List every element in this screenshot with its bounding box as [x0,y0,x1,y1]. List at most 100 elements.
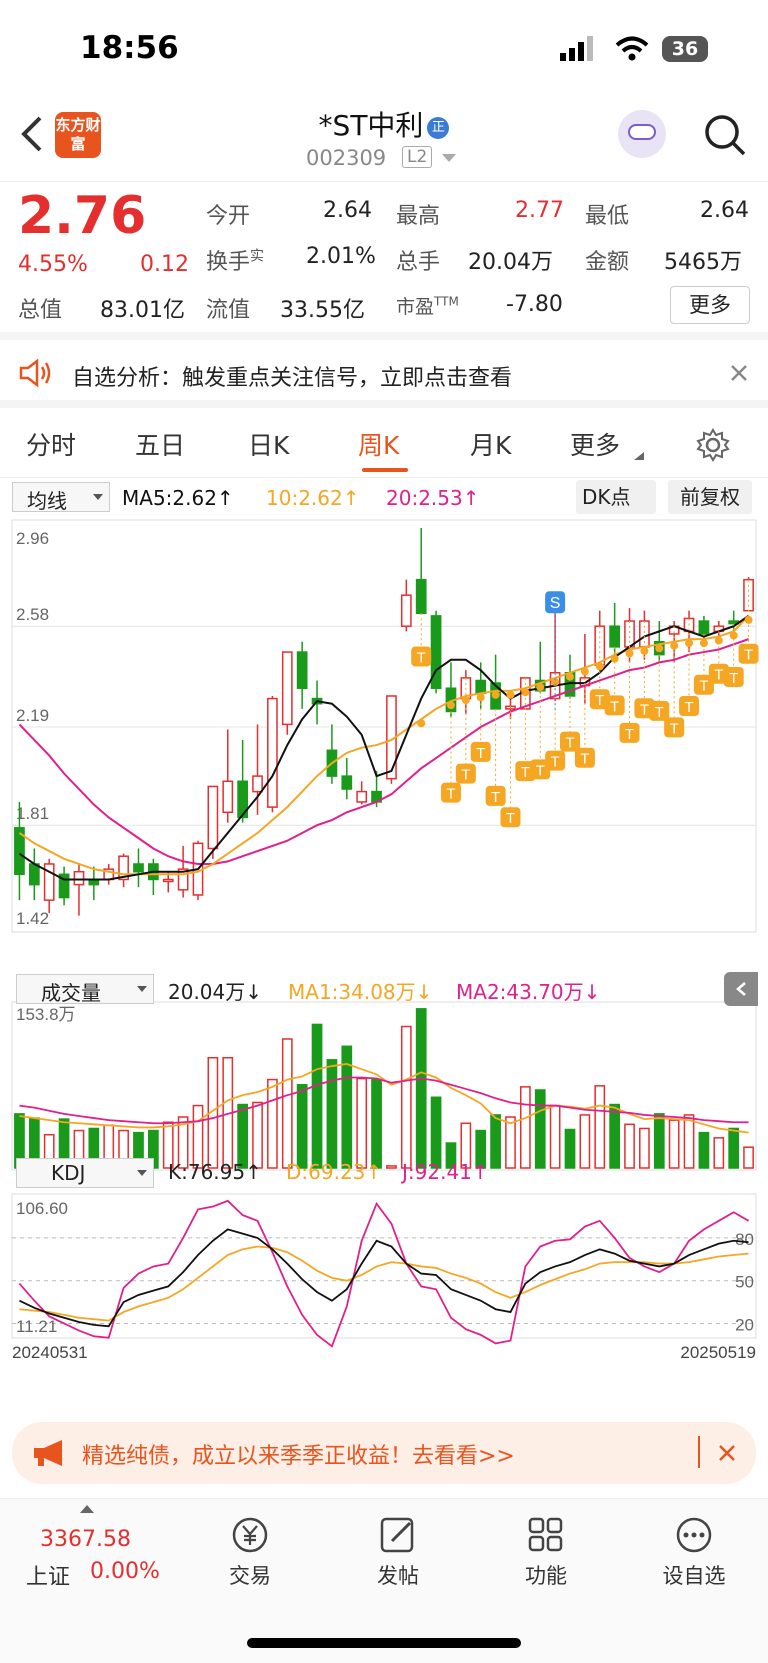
t-signal-label: T [536,762,545,779]
chevron-left-icon [736,982,746,996]
edit-icon [380,1517,414,1553]
collapse-handle[interactable] [724,972,758,1006]
gear-icon[interactable] [696,428,730,462]
float-label: 流值 [206,298,251,323]
nav-add-watch[interactable]: 设自选 [634,1515,754,1590]
t-signal-label: T [491,789,500,806]
volume-bar [400,1025,412,1169]
candle [296,651,308,689]
more-button[interactable]: 更多 [670,286,750,324]
candle [252,775,263,793]
open-value: 2.64 [323,198,372,223]
open-label: 今开 [206,204,251,229]
candle [609,625,621,648]
adjust-button[interactable]: 前复权 [668,480,752,514]
volume-bar [549,1104,561,1169]
t-signal-label: T [670,720,679,737]
candle [475,679,487,695]
nav-function-label: 功能 [525,1564,567,1588]
volume-bar [505,1116,516,1169]
volume-select-label: 成交量 [41,981,101,1005]
robot-assistant-icon[interactable] [618,110,666,158]
ad-divider [698,1436,700,1468]
mktcap-value: 83.01亿 [100,298,185,323]
volume-bar [371,1078,382,1169]
turnover-value: 2.01% [306,244,376,269]
tab-more[interactable]: 更多 [570,426,620,462]
kdj-d-legend: D:69.23↑ [286,1160,383,1184]
volume-select[interactable]: 成交量 [16,974,154,1005]
kdj-select-label: KDJ [51,1161,86,1185]
speaker-icon [19,358,51,388]
vol-ma2-legend: MA2:43.70万↓ [456,980,601,1004]
candle [133,863,144,873]
volume-bar [311,1023,323,1169]
candlestick-chart[interactable]: 2.962.582.191.811.42TTTTTTT TTTTT TTT TTTTT… [0,516,768,1416]
t-signal-label: T [625,726,634,743]
ad-text: 精选纯债，成立以来季季正收益！去看看>> [82,1444,515,1469]
candle [400,594,412,627]
chevron-down-icon [137,986,147,992]
volume-bar [683,1114,695,1169]
indicator-select-label: 均线 [27,489,67,513]
tab-intraday[interactable]: 分时 [26,426,76,462]
signal-dot [714,636,723,645]
vol-ma1-legend: MA1:34.08万↓ [288,980,433,1004]
kdj-k-legend: K:76.95↑ [168,1160,262,1184]
volume-legend: 20.04万↓ [168,980,263,1004]
alert-bar[interactable]: 自选分析：触发重点关注信号，立即点击查看 [0,340,768,408]
volume-bar [579,1114,591,1169]
chevron-down-icon[interactable] [442,154,456,164]
signal-dot [595,662,604,671]
volume-bar [653,1113,665,1169]
dk-point-button[interactable]: DK点 [576,480,656,514]
nav-post[interactable]: 发帖 [338,1515,458,1590]
t-signal-label: T [699,678,708,695]
candle [73,870,85,886]
nav-function[interactable]: 功能 [486,1515,606,1590]
ad-banner[interactable]: 精选纯债，成立以来季季正收益！去看看>> [12,1422,756,1484]
period-tabs: 分时 五日 日K 周K 月K 更多 [0,408,768,478]
mktcap-label: 总值 [18,298,63,323]
t-signal-label: T [640,701,649,718]
grid-icon [528,1517,563,1552]
date-end-label: 20250519 [680,1343,756,1362]
status-badge: 正 [427,117,450,139]
level2-badge[interactable]: L2 [402,146,433,168]
chevron-down-icon [137,1170,147,1176]
tab-weekly[interactable]: 周K [358,426,399,462]
price-axis-label: 2.96 [16,529,49,548]
kdj-axis-min: 11.21 [16,1317,57,1336]
t-signal-label: T [684,699,693,716]
volume-bar [728,1127,740,1169]
index-value[interactable]: 3367.58 [40,1527,131,1552]
volume-bar [668,1119,680,1169]
close-icon[interactable] [718,1444,736,1462]
change-pct: 4.55% [18,252,88,277]
tab-five-day[interactable]: 五日 [135,426,185,462]
date-start-label: 20240531 [12,1343,88,1362]
search-icon[interactable] [702,112,748,158]
close-icon[interactable] [730,364,748,382]
nav-trade[interactable]: 交易 [190,1515,310,1590]
kdj-select[interactable]: KDJ [16,1158,154,1188]
up-arrow-icon [80,1505,94,1513]
volume-axis-label: 153.8万 [16,1005,76,1024]
yen-icon [232,1517,268,1553]
signal-dot [536,683,545,692]
ma10-legend: 10:2.62↑ [266,486,360,510]
signal-dot [625,649,634,658]
t-signal-label: T [417,649,426,666]
volume-bar [430,1096,442,1169]
low-value: 2.64 [700,198,749,223]
change-amount: 0.12 [140,252,189,277]
t-signal-label: T [714,667,723,684]
indicator-select[interactable]: 均线 [12,482,110,513]
signal-dot [670,641,679,650]
volume-bar [609,1103,621,1169]
turnover-label-text: 换手 [206,250,251,275]
float-value: 33.55亿 [280,298,365,323]
tab-monthly[interactable]: 月K [470,426,511,462]
t-signal-label: T [655,704,664,721]
tab-daily[interactable]: 日K [248,426,289,462]
